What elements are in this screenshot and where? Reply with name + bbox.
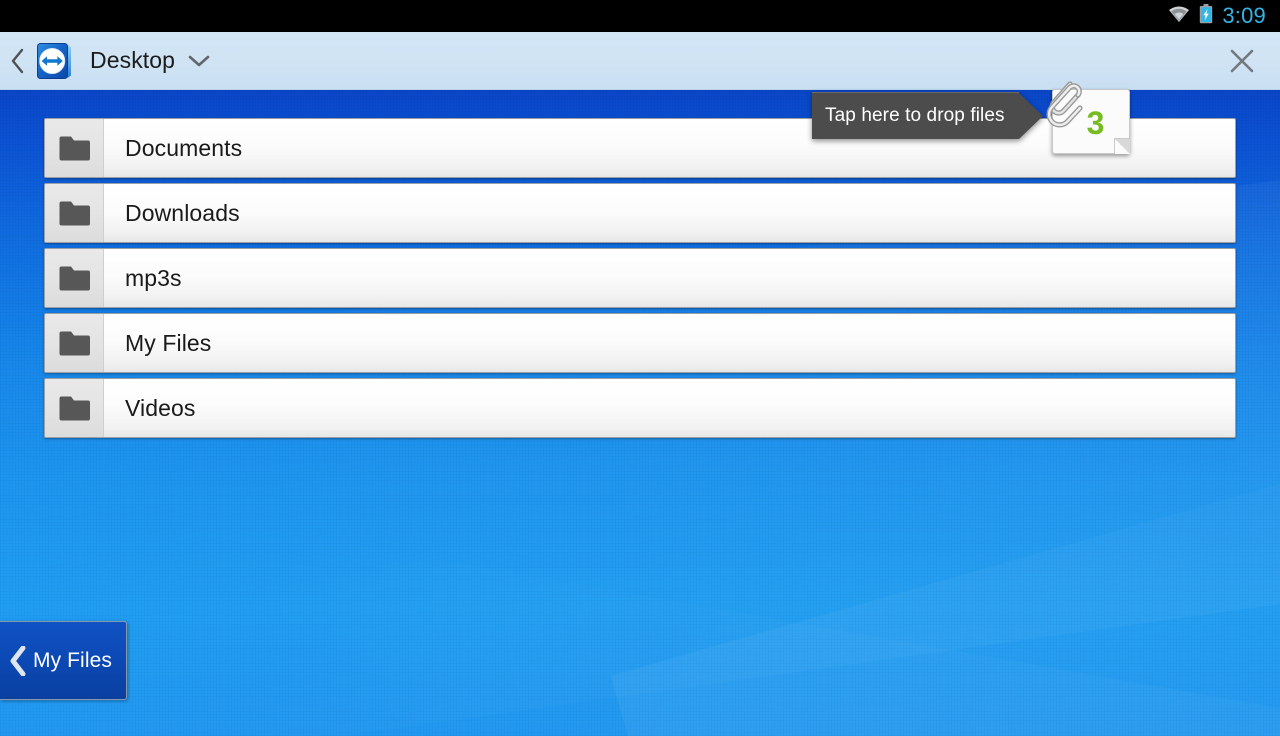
remote-desktop-canvas[interactable]: Documents Downloads mp3s My Files Videos — [0, 90, 1280, 736]
file-name-label: Downloads — [125, 199, 240, 226]
file-name-label: Documents — [125, 134, 243, 161]
tooltip-label: Tap here to drop files — [825, 105, 1005, 126]
title-dropdown-button[interactable] — [187, 54, 211, 68]
list-item-name: Videos — [104, 379, 1235, 437]
status-bar: 3:09 — [0, 0, 1280, 32]
teamviewer-logo-icon — [34, 41, 74, 81]
tooltip-bubble: Tap here to drop files — [812, 92, 1019, 139]
back-button[interactable] — [0, 32, 34, 90]
battery-charging-icon — [1199, 3, 1213, 29]
list-item[interactable]: My Files — [44, 313, 1236, 373]
folder-icon — [45, 249, 104, 307]
list-item-name: My Files — [104, 314, 1235, 372]
folder-icon — [45, 314, 104, 372]
app-header: Desktop — [0, 32, 1280, 90]
drop-files-tooltip[interactable]: Tap here to drop files — [812, 92, 1043, 139]
chevron-left-icon — [11, 48, 23, 73]
file-name-label: Videos — [125, 394, 196, 421]
chevron-down-icon — [188, 55, 210, 66]
page-fold-corner — [1114, 138, 1130, 154]
my-files-tab[interactable]: My Files — [0, 621, 127, 700]
list-item-name: mp3s — [104, 249, 1235, 307]
android-screen: 3:09 Desktop Documents Downloads mp3s My… — [0, 0, 1280, 736]
paperclip-icon — [1046, 81, 1083, 128]
folder-icon — [45, 184, 104, 242]
list-item[interactable]: Videos — [44, 378, 1236, 438]
attachments-button[interactable]: 3 — [1046, 81, 1130, 154]
wifi-icon — [1168, 5, 1190, 28]
folder-icon — [45, 379, 104, 437]
wallpaper-streak — [173, 522, 1280, 736]
status-bar-icons — [1168, 3, 1213, 29]
file-name-label: My Files — [125, 329, 212, 356]
my-files-tab-label: My Files — [33, 648, 112, 672]
close-button[interactable] — [1222, 41, 1262, 81]
list-item[interactable]: mp3s — [44, 248, 1236, 308]
folder-icon — [45, 119, 104, 177]
chevron-left-icon — [9, 645, 27, 676]
file-list: Documents Downloads mp3s My Files Videos — [44, 118, 1236, 443]
page-title: Desktop — [90, 47, 176, 73]
status-bar-clock: 3:09 — [1222, 3, 1266, 28]
list-item[interactable]: Downloads — [44, 183, 1236, 243]
close-icon — [1230, 49, 1254, 72]
list-item-name: Downloads — [104, 184, 1235, 242]
file-name-label: mp3s — [125, 264, 182, 291]
